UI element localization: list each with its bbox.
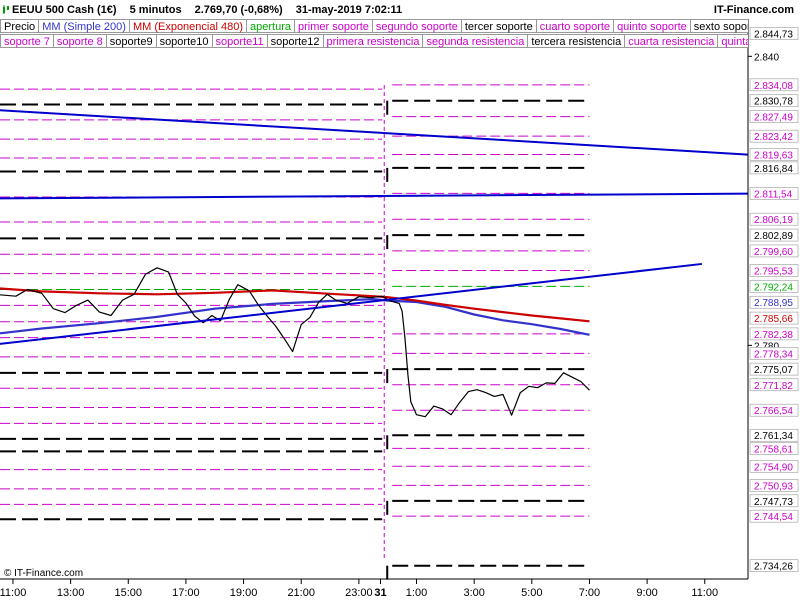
legend-item: sexto soporte <box>689 19 748 33</box>
legend-item: soporte9 <box>105 34 157 48</box>
legend-row-1: Precio MM (Simple 200) MM (Exponencial 480… <box>0 19 748 33</box>
copyright: © IT-Finance.com <box>4 568 84 579</box>
level-label: 2.806,19 <box>754 215 793 226</box>
level-label: 2.795,53 <box>754 267 793 278</box>
x-tick-label: 11:00 <box>0 587 26 599</box>
level-label: 2.830,78 <box>754 97 793 108</box>
x-tick-label: 19:00 <box>230 587 258 599</box>
x-tick-label: 3:00 <box>463 587 484 599</box>
brand-logo: IT-Finance.com <box>713 4 794 16</box>
legend-item: apertura <box>246 19 295 33</box>
x-tick-label: 21:00 <box>287 587 315 599</box>
candlestick-icon <box>3 5 9 14</box>
legend-item: cuarta resistencia <box>624 34 719 48</box>
legend-item: soporte12 <box>266 34 324 48</box>
x-tick-label: 5:00 <box>521 587 542 599</box>
level-label: 2.771,82 <box>754 381 793 392</box>
legend-item: cuarto soporte <box>535 19 615 33</box>
legend-item: MM (Exponencial 480) <box>128 19 247 33</box>
level-label: 2.788,95 <box>754 298 793 309</box>
level-label: 2.799,60 <box>754 247 793 258</box>
level-label: 2.754,90 <box>754 462 793 473</box>
legend-item: MM (Simple 200) <box>38 19 130 33</box>
datetime: 31-may-2019 7:02:11 <box>295 4 403 16</box>
level-label: 2.761,34 <box>754 431 793 442</box>
timeframe: 5 minutos <box>129 4 182 16</box>
level-label: 2.816,84 <box>754 164 793 175</box>
level-label: 2.844,73 <box>754 30 793 41</box>
x-tick-label: 31 <box>374 587 386 599</box>
y-tick-label: 2.840 <box>754 52 779 63</box>
legend-item: primera resistencia <box>322 34 424 48</box>
legend-item: segunda resistencia <box>422 34 529 48</box>
level-label: 2.734,26 <box>754 562 793 573</box>
level-label: 2.834,08 <box>754 81 793 92</box>
x-tick-label: 13:00 <box>57 587 85 599</box>
level-label: 2.802,89 <box>754 231 793 242</box>
legend-item: soporte 7 <box>0 34 54 48</box>
y-axis-level-labels: 2.844,73 2.834,08 2.830,78 2.827,49 2.823,42… <box>749 27 799 573</box>
level-label: 2.778,34 <box>754 349 793 360</box>
level-label: 2.823,42 <box>754 132 793 143</box>
x-tick-label: 17:00 <box>172 587 200 599</box>
level-label: 2.758,61 <box>754 444 793 455</box>
x-tick-label: 11:00 <box>691 587 718 599</box>
x-tick-label: 23:00 <box>345 587 373 599</box>
instrument-name: EEUU 500 Cash (1€) <box>12 4 117 16</box>
x-tick-label: 15:00 <box>115 587 143 599</box>
chart-title: EEUU 500 Cash (1€) 5 minutos 2.769,70 (-… <box>12 4 412 16</box>
level-label: 2.747,73 <box>754 497 793 508</box>
price-change: 2.769,70 (-0,68%) <box>194 4 283 16</box>
level-label: 2.792,24 <box>754 282 793 293</box>
level-label: 2.775,07 <box>754 365 793 376</box>
title-bar: EEUU 500 Cash (1€) 5 minutos 2.769,70 (-… <box>0 0 800 19</box>
legend-item: soporte11 <box>211 34 268 48</box>
legend-item: tercera resistencia <box>527 34 626 48</box>
legend-item: Precio <box>0 19 40 33</box>
legend-item: soporte10 <box>155 34 213 48</box>
level-label: 2.750,93 <box>754 481 793 492</box>
x-tick-label: 1:00 <box>406 587 427 599</box>
level-label: 2.744,54 <box>754 512 793 523</box>
level-label: 2.819,63 <box>754 150 793 161</box>
legend-item: quinta resistencia <box>717 34 748 48</box>
legend-item: tercer soporte <box>460 19 537 33</box>
legend-item: segundo soporte <box>371 19 462 33</box>
level-label: 2.785,66 <box>754 314 793 325</box>
legend-item: primer soporte <box>293 19 373 33</box>
level-label: 2.827,49 <box>754 113 793 124</box>
level-label: 2.811,54 <box>754 189 793 200</box>
level-label: 2.766,54 <box>754 406 793 417</box>
legend-row-2: soporte 7 soporte 8 soporte9 soporte10 sopor… <box>0 34 748 48</box>
x-tick-label: 7:00 <box>579 587 600 599</box>
legend-item: soporte 8 <box>52 34 107 48</box>
level-label: 2.782,38 <box>754 330 793 341</box>
chart-canvas: 2.8402.780 2.844,732.834,082.830,782.827… <box>0 19 799 599</box>
x-tick-label: 9:00 <box>636 587 657 599</box>
legend-item: quinto soporte <box>613 19 691 33</box>
x-axis: 11:00 13:00 15:00 17:00 19:00 21:00 23:00 31 1:0… <box>0 579 718 599</box>
